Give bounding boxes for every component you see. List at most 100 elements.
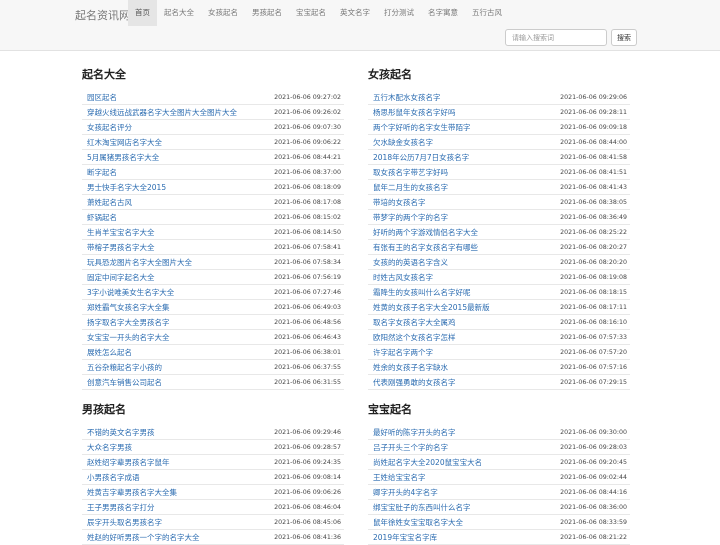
- article-date: 2021-06-06 09:06:26: [274, 488, 341, 496]
- article-link[interactable]: 代表刚强勇敢的女孩名字: [373, 377, 456, 388]
- brand-logo[interactable]: 起名资讯网: [75, 7, 130, 23]
- article-link[interactable]: 姓赵的好听男孩一个字的名字大全: [87, 532, 200, 543]
- article-link[interactable]: 取名字女孩名字大全属鸡: [373, 317, 456, 328]
- main-nav: 首页 起名大全 女孩起名 男孩起名 宝宝起名 英文名字 打分测试 名字寓意 五行…: [128, 0, 509, 26]
- article-link[interactable]: 园区起名: [87, 92, 117, 103]
- article-link[interactable]: 3字小说唯美女生名字大全: [87, 287, 174, 298]
- article-date: 2021-06-06 08:44:16: [560, 488, 627, 496]
- article-link[interactable]: 最好听的陈字开头的名字: [373, 427, 456, 438]
- article-link[interactable]: 小男孩名字成语: [87, 472, 140, 483]
- article-link[interactable]: 两个字好听的名字女生带陌字: [373, 122, 471, 133]
- list-item: 两个字好听的名字女生带陌字 2021-06-06 09:09:18: [368, 120, 630, 135]
- article-link[interactable]: 时姓古风女孩名字: [373, 272, 433, 283]
- article-date: 2021-06-06 06:48:56: [274, 318, 341, 326]
- list-item: 辰字开头取名男孩名字 2021-06-06 08:45:06: [82, 515, 344, 530]
- list-item: 带榕子男孩名字大全 2021-06-06 07:58:41: [82, 240, 344, 255]
- nav-item-name-meaning[interactable]: 名字寓意: [421, 0, 465, 26]
- article-link[interactable]: 鼠年徐姓女宝宝取名字大全: [373, 517, 463, 528]
- article-link[interactable]: 尚姓起名字大全2020鼠宝宝大名: [373, 457, 482, 468]
- article-date: 2021-06-06 08:41:36: [274, 533, 341, 541]
- article-link[interactable]: 郑姓霸气女孩名字大全集: [87, 302, 170, 313]
- list-item: 小男孩名字成语 2021-06-06 09:08:14: [82, 470, 344, 485]
- list-item: 吕子开头三个字的名字 2021-06-06 09:28:03: [368, 440, 630, 455]
- article-date: 2021-06-06 08:21:22: [560, 533, 627, 541]
- article-link[interactable]: 男士快手名字大全2015: [87, 182, 166, 193]
- article-link[interactable]: 展姓怎么起名: [87, 347, 132, 358]
- article-link[interactable]: 欧阳然这个女孩名字怎样: [373, 332, 456, 343]
- article-link[interactable]: 卿字开头的4字名字: [373, 487, 438, 498]
- nav-item-home[interactable]: 首页: [128, 0, 157, 26]
- nav-item-baby-names[interactable]: 宝宝起名: [289, 0, 333, 26]
- article-link[interactable]: 五行木配水女孩名字: [373, 92, 441, 103]
- article-link[interactable]: 吕子开头三个字的名字: [373, 442, 448, 453]
- article-link[interactable]: 王子男男孩名字打分: [87, 502, 155, 513]
- article-link[interactable]: 5月属猪男孩名字大全: [87, 152, 159, 163]
- article-link[interactable]: 女孩的的英语名字含义: [373, 257, 448, 268]
- article-link[interactable]: 姓余的女孩子名字缺水: [373, 362, 448, 373]
- article-link[interactable]: 穿越火线远战武器名字大全图片大全图片大全: [87, 107, 237, 118]
- article-link[interactable]: 姓黄的女孩子名字大全2015最新版: [373, 302, 490, 313]
- article-link[interactable]: 带培的女孩名字: [373, 197, 426, 208]
- list-item: 姓赵的好听男孩一个字的名字大全 2021-06-06 08:41:36: [82, 530, 344, 545]
- article-date: 2021-06-06 08:15:02: [274, 213, 341, 221]
- article-link[interactable]: 取女孩名字带艺字好吗: [373, 167, 448, 178]
- article-link[interactable]: 扬字取名字大全男孩名字: [87, 317, 170, 328]
- article-link[interactable]: 萧姓起名古风: [87, 197, 132, 208]
- article-link[interactable]: 红木淘宝网店名字大全: [87, 137, 162, 148]
- article-link[interactable]: 带梦字的两个字的名字: [373, 212, 448, 223]
- list-item: 创意汽车销售公司起名 2021-06-06 06:31:55: [82, 375, 344, 390]
- article-link[interactable]: 女孩起名评分: [87, 122, 132, 133]
- article-date: 2021-06-06 07:57:33: [560, 333, 627, 341]
- article-link[interactable]: 五谷杂粮起名字小孩的: [87, 362, 162, 373]
- article-link[interactable]: 姓黄吉字辈男孩名字大全集: [87, 487, 177, 498]
- article-link[interactable]: 女宝宝一开头的名字大全: [87, 332, 170, 343]
- article-link[interactable]: 带榕子男孩名字大全: [87, 242, 155, 253]
- section-title: 女孩起名: [368, 68, 412, 81]
- list-item: 好听的两个字游戏情侣名字大全 2021-06-06 08:25:22: [368, 225, 630, 240]
- article-date: 2021-06-06 08:25:22: [560, 228, 627, 236]
- article-date: 2021-06-06 08:41:58: [560, 153, 627, 161]
- section-title: 宝宝起名: [368, 403, 412, 416]
- article-link[interactable]: 2018年公历7月7日女孩名字: [373, 152, 469, 163]
- nav-item-english-names[interactable]: 英文名字: [333, 0, 377, 26]
- article-link[interactable]: 有张有王的名字女孩名字有哪些: [373, 242, 478, 253]
- article-link[interactable]: 虾锅起名: [87, 212, 117, 223]
- article-link[interactable]: 王姓给宝宝名字: [373, 472, 426, 483]
- nav-item-naming-all[interactable]: 起名大全: [157, 0, 201, 26]
- article-date: 2021-06-06 07:56:19: [274, 273, 341, 281]
- article-link[interactable]: 断字起名: [87, 167, 117, 178]
- article-link[interactable]: 杨思彤鼠年女孩名字好吗: [373, 107, 456, 118]
- article-link[interactable]: 好听的两个字游戏情侣名字大全: [373, 227, 478, 238]
- nav-item-boy-names[interactable]: 男孩起名: [245, 0, 289, 26]
- list-item: 欧阳然这个女孩名字怎样 2021-06-06 07:57:33: [368, 330, 630, 345]
- article-link[interactable]: 固定中间字起名大全: [87, 272, 155, 283]
- list-item: 杨思彤鼠年女孩名字好吗 2021-06-06 09:28:11: [368, 105, 630, 120]
- article-date: 2021-06-06 09:28:57: [274, 443, 341, 451]
- article-link[interactable]: 生肖羊宝宝名字大全: [87, 227, 155, 238]
- article-link[interactable]: 赵姓绍字辈男孩名字鼠年: [87, 457, 170, 468]
- article-link[interactable]: 不错的英文名字男孩: [87, 427, 155, 438]
- article-link[interactable]: 霜降生的女孩叫什么名字好呢: [373, 287, 471, 298]
- article-link[interactable]: 2019年宝宝名字库: [373, 532, 437, 543]
- nav-item-girl-names[interactable]: 女孩起名: [201, 0, 245, 26]
- search-input[interactable]: [505, 29, 607, 46]
- nav-item-score-test[interactable]: 打分测试: [377, 0, 421, 26]
- section-girl-names: 女孩起名 五行木配水女孩名字 2021-06-06 09:29:06 杨思彤鼠年女孩…: [368, 66, 630, 390]
- article-link[interactable]: 鼠年二月生的女孩名字: [373, 182, 448, 193]
- article-link[interactable]: 欠水缺金女孩名字: [373, 137, 433, 148]
- article-link[interactable]: 绑宝宝肚子的东西叫什么名字: [373, 502, 471, 513]
- nav-item-five-elements[interactable]: 五行古风: [465, 0, 509, 26]
- list-item: 有张有王的名字女孩名字有哪些 2021-06-06 08:20:27: [368, 240, 630, 255]
- article-date: 2021-06-06 07:58:41: [274, 243, 341, 251]
- article-date: 2021-06-06 08:37:00: [274, 168, 341, 176]
- article-link[interactable]: 创意汽车销售公司起名: [87, 377, 162, 388]
- list-item: 固定中间字起名大全 2021-06-06 07:56:19: [82, 270, 344, 285]
- article-date: 2021-06-06 09:30:00: [560, 428, 627, 436]
- article-link[interactable]: 大众名字男孩: [87, 442, 132, 453]
- search-button[interactable]: 搜索: [611, 29, 637, 46]
- article-date: 2021-06-06 08:19:08: [560, 273, 627, 281]
- article-link[interactable]: 玩具恐龙图片名字大全图片大全: [87, 257, 192, 268]
- article-link[interactable]: 许字起名字两个字: [373, 347, 433, 358]
- article-date: 2021-06-06 09:20:45: [560, 458, 627, 466]
- article-link[interactable]: 辰字开头取名男孩名字: [87, 517, 162, 528]
